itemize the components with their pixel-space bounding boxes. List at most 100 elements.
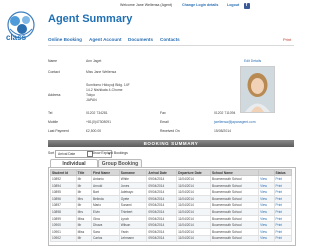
- view-link[interactable]: View: [258, 214, 275, 223]
- cell-arrival-date: 09/04/2014: [146, 175, 178, 183]
- cell-student-id: 10899: [50, 214, 77, 223]
- table-row: 10898 Mrs Elvin Thiebert 09/04/2014 11/04/201…: [50, 208, 292, 216]
- facebook-icon[interactable]: f: [244, 2, 250, 9]
- cell-title: Mr: [75, 221, 93, 229]
- sort-by-value: Arrival Date: [58, 152, 76, 156]
- contact-value: Miss Jane Wellensa: [86, 70, 117, 74]
- cell-school-name: Bournemouth School: [209, 234, 260, 243]
- view-link[interactable]: View: [258, 227, 275, 236]
- cell-departure-date: 11/04/2014: [176, 201, 211, 210]
- cell-school-name: Bournemouth School: [209, 214, 260, 223]
- mobile-value: +81(0)47308091: [86, 120, 111, 124]
- cell-first-name: Arnold: [91, 181, 120, 190]
- nav-documents[interactable]: Documents: [128, 37, 153, 42]
- cell-departure-date: 11/04/2014: [176, 214, 211, 223]
- cell-surname: White: [118, 175, 148, 183]
- cell-surname: Oyete: [118, 194, 148, 203]
- cell-surname: Lehmann: [118, 234, 148, 243]
- cell-arrival-date: 09/04/2014: [146, 181, 178, 190]
- cell-surname: Lynch: [118, 214, 148, 223]
- print-row-link[interactable]: Print: [273, 234, 292, 243]
- print-link[interactable]: Print: [283, 37, 291, 42]
- print-row-link[interactable]: Print: [273, 221, 292, 229]
- view-link[interactable]: View: [258, 208, 275, 216]
- cell-arrival-date: 09/04/2014: [146, 188, 178, 196]
- view-link[interactable]: View: [258, 234, 275, 243]
- cell-student-id: 10900: [50, 221, 77, 229]
- table-row: 10902 Mr Carlos Lehmann 09/04/2014 11/04/2014…: [50, 234, 292, 243]
- received-on-value: 15/08/2014: [214, 129, 231, 133]
- cell-arrival-date: 09/04/2014: [146, 201, 178, 210]
- cell-student-id: 10897: [50, 201, 77, 210]
- logout-link[interactable]: Logout: [227, 3, 239, 8]
- edit-details-link[interactable]: Edit Details: [244, 59, 261, 63]
- address-line: JAPAN: [86, 98, 97, 102]
- cell-departure-date: 11/04/2014: [176, 181, 211, 190]
- cell-surname: Sunami: [118, 201, 148, 210]
- print-row-link[interactable]: Print: [273, 201, 292, 210]
- last-payment-value: £2,500.00: [86, 129, 102, 133]
- address-line: 14-2 Nishikata 4-Chome: [86, 88, 123, 92]
- bookings-table: Student Id Title First Name Surname Arri…: [50, 168, 292, 243]
- cell-school-name: Bournemouth School: [209, 208, 260, 216]
- cell-departure-date: 11/04/2014: [176, 188, 211, 196]
- view-link[interactable]: View: [258, 221, 275, 229]
- cell-first-name: Gina: [91, 214, 120, 223]
- cell-title: Mr: [75, 188, 93, 196]
- nav-online-booking[interactable]: Online Booking: [48, 37, 82, 42]
- view-link[interactable]: View: [258, 188, 275, 196]
- welcome-text: Welcome Jane Wellensa (Agent): [120, 3, 173, 7]
- cell-school-name: Bournemouth School: [209, 221, 260, 229]
- view-link[interactable]: View: [258, 175, 275, 183]
- tel-value: 01202 734281: [86, 111, 108, 115]
- cell-surname: Thiebert: [118, 208, 148, 216]
- table-row: 10896 Mrs Belinda Oyete 09/04/2014 11/04/2014…: [50, 194, 292, 203]
- print-row-link[interactable]: Print: [273, 227, 292, 236]
- tel-label: Tel: [48, 111, 53, 115]
- cell-student-id: 10902: [50, 234, 77, 243]
- table-row: 10899 Miss Gina Lynch 09/04/2014 11/04/2014 Bo…: [50, 214, 292, 223]
- agent-photo: [240, 66, 275, 113]
- cell-title: Mrs: [75, 208, 93, 216]
- cell-first-name: Mario: [91, 201, 120, 210]
- cell-surname: Wilson: [118, 221, 148, 229]
- print-row-link[interactable]: Print: [273, 175, 292, 183]
- cell-student-id: 10898: [50, 208, 77, 216]
- cell-school-name: Bournemouth School: [209, 227, 260, 236]
- table-row: 10900 Mr Dhava Wilson 09/04/2014 11/04/2014 Bo…: [50, 221, 292, 229]
- email-link[interactable]: jwellensa@japanagent.com: [214, 120, 256, 124]
- cell-arrival-date: 09/04/2014: [146, 221, 178, 229]
- cell-title: Mr: [75, 234, 93, 243]
- print-row-link[interactable]: Print: [273, 188, 292, 196]
- cell-student-id: 10892: [50, 175, 77, 183]
- cell-surname: Yaxin: [118, 227, 148, 236]
- cell-arrival-date: 09/04/2014: [146, 214, 178, 223]
- cell-arrival-date: 09/04/2014: [146, 208, 178, 216]
- print-row-link[interactable]: Print: [273, 214, 292, 223]
- cell-departure-date: 11/04/2014: [176, 208, 211, 216]
- cell-first-name: Elvin: [91, 208, 120, 216]
- contact-label: Contact: [48, 70, 60, 74]
- logo-text: class: [6, 33, 27, 42]
- view-link[interactable]: View: [258, 194, 275, 203]
- nav-contacts[interactable]: Contacts: [160, 37, 180, 42]
- change-login-link[interactable]: Change Login details: [182, 3, 218, 8]
- mobile-label: Mobile: [48, 120, 58, 124]
- cell-departure-date: 11/04/2014: [176, 194, 211, 203]
- print-row-link[interactable]: Print: [273, 194, 292, 203]
- show-expired-label: Show Expired Bookings: [92, 151, 128, 155]
- cell-departure-date: 11/04/2014: [176, 234, 211, 243]
- nav-agent-account[interactable]: Agent Account: [89, 37, 122, 42]
- cell-first-name: Antonio: [91, 175, 120, 183]
- cell-student-id: 10895: [50, 188, 77, 196]
- name-value: Ann Jaget: [86, 59, 102, 63]
- print-row-link[interactable]: Print: [273, 208, 292, 216]
- view-link[interactable]: View: [258, 181, 275, 190]
- view-link[interactable]: View: [258, 201, 275, 210]
- page-title: Agent Summary: [48, 13, 133, 25]
- fax-value: 01202 711094: [214, 111, 236, 115]
- print-row-link[interactable]: Print: [273, 181, 292, 190]
- table-row: 10901 Miss Sara Yaxin 09/04/2014 11/04/2014 Bo…: [50, 227, 292, 236]
- cell-title: Mrs: [75, 194, 93, 203]
- cell-departure-date: 11/04/2014: [176, 221, 211, 229]
